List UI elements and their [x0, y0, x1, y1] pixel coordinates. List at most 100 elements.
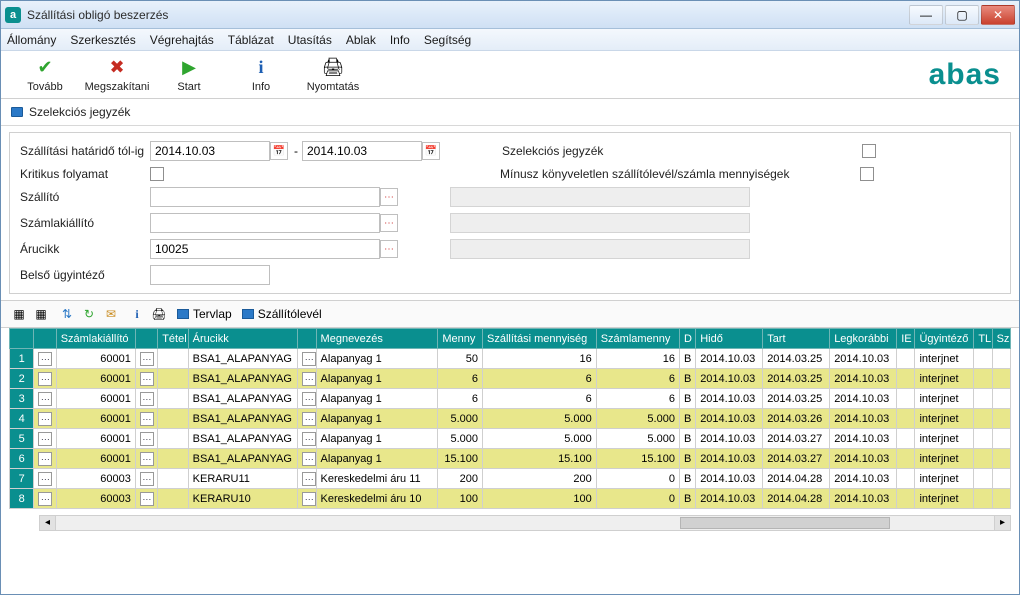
cell-szamlamenny[interactable]: 6 — [596, 389, 679, 409]
cell-ugyintezo[interactable]: interjnet — [915, 449, 974, 469]
cell-d[interactable]: B — [679, 449, 695, 469]
cell-arucikk[interactable]: BSA1_ALAPANYAG — [188, 349, 298, 369]
cell-szamlakiallito[interactable]: 60003 — [56, 489, 135, 509]
col-szallmenny[interactable]: Szállítási mennyiség — [483, 329, 597, 349]
cell-szamlakiallito[interactable]: 60001 — [56, 449, 135, 469]
cell-tetel[interactable] — [158, 349, 188, 369]
kritikus-checkbox[interactable] — [150, 167, 164, 181]
cell-ugyintezo[interactable]: interjnet — [915, 349, 974, 369]
table-row[interactable]: 6⋯60001⋯BSA1_ALAPANYAG⋯Alapanyag 115.100… — [10, 449, 1011, 469]
row-lookup-2[interactable]: ⋯ — [135, 389, 157, 409]
cell-szamlamenny[interactable]: 0 — [596, 469, 679, 489]
table-row[interactable]: 1⋯60001⋯BSA1_ALAPANYAG⋯Alapanyag 1501616… — [10, 349, 1011, 369]
cell-d[interactable]: B — [679, 489, 695, 509]
cell-legkorabbi[interactable]: 2014.10.03 — [830, 429, 897, 449]
col-arucikk[interactable]: Árucikk — [188, 329, 298, 349]
cell-menny[interactable]: 50 — [438, 349, 483, 369]
row-lookup-1[interactable]: ⋯ — [34, 389, 56, 409]
szamlakiallito-input[interactable] — [150, 213, 380, 233]
cell-hido[interactable]: 2014.10.03 — [696, 389, 763, 409]
cell-arucikk[interactable]: KERARU10 — [188, 489, 298, 509]
cell-hido[interactable]: 2014.10.03 — [696, 409, 763, 429]
nyomtatas-button[interactable]: 🖨Nyomtatás — [297, 57, 369, 93]
cell-tart[interactable]: 2014.03.25 — [763, 349, 830, 369]
cell-menny[interactable]: 5.000 — [438, 429, 483, 449]
cell-ie[interactable] — [897, 449, 915, 469]
horizontal-scrollbar[interactable]: ◂ ▸ — [39, 515, 1011, 531]
szelekcios-checkbox[interactable] — [862, 144, 876, 158]
cell-ugyintezo[interactable]: interjnet — [915, 489, 974, 509]
cell-megnevezes[interactable]: Alapanyag 1 — [316, 389, 438, 409]
cell-hido[interactable]: 2014.10.03 — [696, 349, 763, 369]
cell-tl[interactable] — [974, 389, 992, 409]
col-legkorabbi[interactable]: Legkorábbi — [830, 329, 897, 349]
cell-legkorabbi[interactable]: 2014.10.03 — [830, 469, 897, 489]
cell-ie[interactable] — [897, 489, 915, 509]
col-ugyintezo[interactable]: Ügyintéző — [915, 329, 974, 349]
cell-szallmenny[interactable]: 200 — [483, 469, 597, 489]
cell-hido[interactable]: 2014.10.03 — [696, 449, 763, 469]
table-row[interactable]: 3⋯60001⋯BSA1_ALAPANYAG⋯Alapanyag 1666B20… — [10, 389, 1011, 409]
row-lookup-3[interactable]: ⋯ — [298, 449, 316, 469]
col-tetel[interactable]: Tétel — [158, 329, 188, 349]
scroll-right-icon[interactable]: ▸ — [994, 516, 1010, 530]
cell-tart[interactable]: 2014.03.27 — [763, 429, 830, 449]
row-lookup-1[interactable]: ⋯ — [34, 369, 56, 389]
cell-d[interactable]: B — [679, 429, 695, 449]
cell-szallmenny[interactable]: 15.100 — [483, 449, 597, 469]
scroll-thumb[interactable] — [680, 517, 890, 529]
cell-szallmenny[interactable]: 5.000 — [483, 409, 597, 429]
cell-legkorabbi[interactable]: 2014.10.03 — [830, 369, 897, 389]
row-lookup-3[interactable]: ⋯ — [298, 369, 316, 389]
row-lookup-3[interactable]: ⋯ — [298, 469, 316, 489]
tervlap-button[interactable]: Tervlap — [177, 307, 232, 321]
cell-sz[interactable] — [992, 349, 1010, 369]
cell-szamlamenny[interactable]: 0 — [596, 489, 679, 509]
maximize-button[interactable]: ▢ — [945, 5, 979, 25]
menu-utasitas[interactable]: Utasítás — [288, 33, 332, 47]
export-icon[interactable]: ⇅ — [59, 306, 75, 322]
cell-szallmenny[interactable]: 16 — [483, 349, 597, 369]
cell-szamlakiallito[interactable]: 60001 — [56, 369, 135, 389]
cell-tetel[interactable] — [158, 369, 188, 389]
cell-ugyintezo[interactable]: interjnet — [915, 389, 974, 409]
cell-arucikk[interactable]: BSA1_ALAPANYAG — [188, 449, 298, 469]
info-button[interactable]: iInfo — [225, 57, 297, 93]
cell-szamlamenny[interactable]: 5.000 — [596, 429, 679, 449]
row-lookup-2[interactable]: ⋯ — [135, 429, 157, 449]
row-lookup-2[interactable]: ⋯ — [135, 409, 157, 429]
row-lookup-2[interactable]: ⋯ — [135, 449, 157, 469]
cell-ie[interactable] — [897, 349, 915, 369]
row-lookup-3[interactable]: ⋯ — [298, 489, 316, 509]
col-d[interactable]: D — [679, 329, 695, 349]
col-rownum[interactable] — [10, 329, 34, 349]
col-hido[interactable]: Hidő — [696, 329, 763, 349]
cell-d[interactable]: B — [679, 349, 695, 369]
cell-szamlamenny[interactable]: 15.100 — [596, 449, 679, 469]
row-lookup-1[interactable]: ⋯ — [34, 469, 56, 489]
minusz-checkbox[interactable] — [860, 167, 874, 181]
mail-icon[interactable]: ✉ — [103, 306, 119, 322]
szallitolevel-button[interactable]: Szállítólevél — [242, 307, 322, 321]
row-lookup-2[interactable]: ⋯ — [135, 369, 157, 389]
cell-arucikk[interactable]: BSA1_ALAPANYAG — [188, 389, 298, 409]
cell-megnevezes[interactable]: Kereskedelmi áru 10 — [316, 489, 438, 509]
table-tool-1-icon[interactable]: ▦ — [11, 306, 27, 322]
row-lookup-3[interactable]: ⋯ — [298, 349, 316, 369]
cell-tl[interactable] — [974, 489, 992, 509]
menu-vegrehajtas[interactable]: Végrehajtás — [150, 33, 214, 47]
cell-megnevezes[interactable]: Alapanyag 1 — [316, 409, 438, 429]
cell-menny[interactable]: 6 — [438, 389, 483, 409]
calendar-to-icon[interactable]: 📅 — [422, 142, 440, 160]
refresh-icon[interactable]: ↻ — [81, 306, 97, 322]
megszakitani-button[interactable]: ✖Megszakítani — [81, 57, 153, 93]
cell-ugyintezo[interactable]: interjnet — [915, 429, 974, 449]
cell-szallmenny[interactable]: 100 — [483, 489, 597, 509]
cell-ugyintezo[interactable]: interjnet — [915, 369, 974, 389]
cell-ie[interactable] — [897, 409, 915, 429]
cell-sz[interactable] — [992, 409, 1010, 429]
szallito-input[interactable] — [150, 187, 380, 207]
cell-tl[interactable] — [974, 429, 992, 449]
date-from-input[interactable] — [150, 141, 270, 161]
cell-arucikk[interactable]: BSA1_ALAPANYAG — [188, 429, 298, 449]
